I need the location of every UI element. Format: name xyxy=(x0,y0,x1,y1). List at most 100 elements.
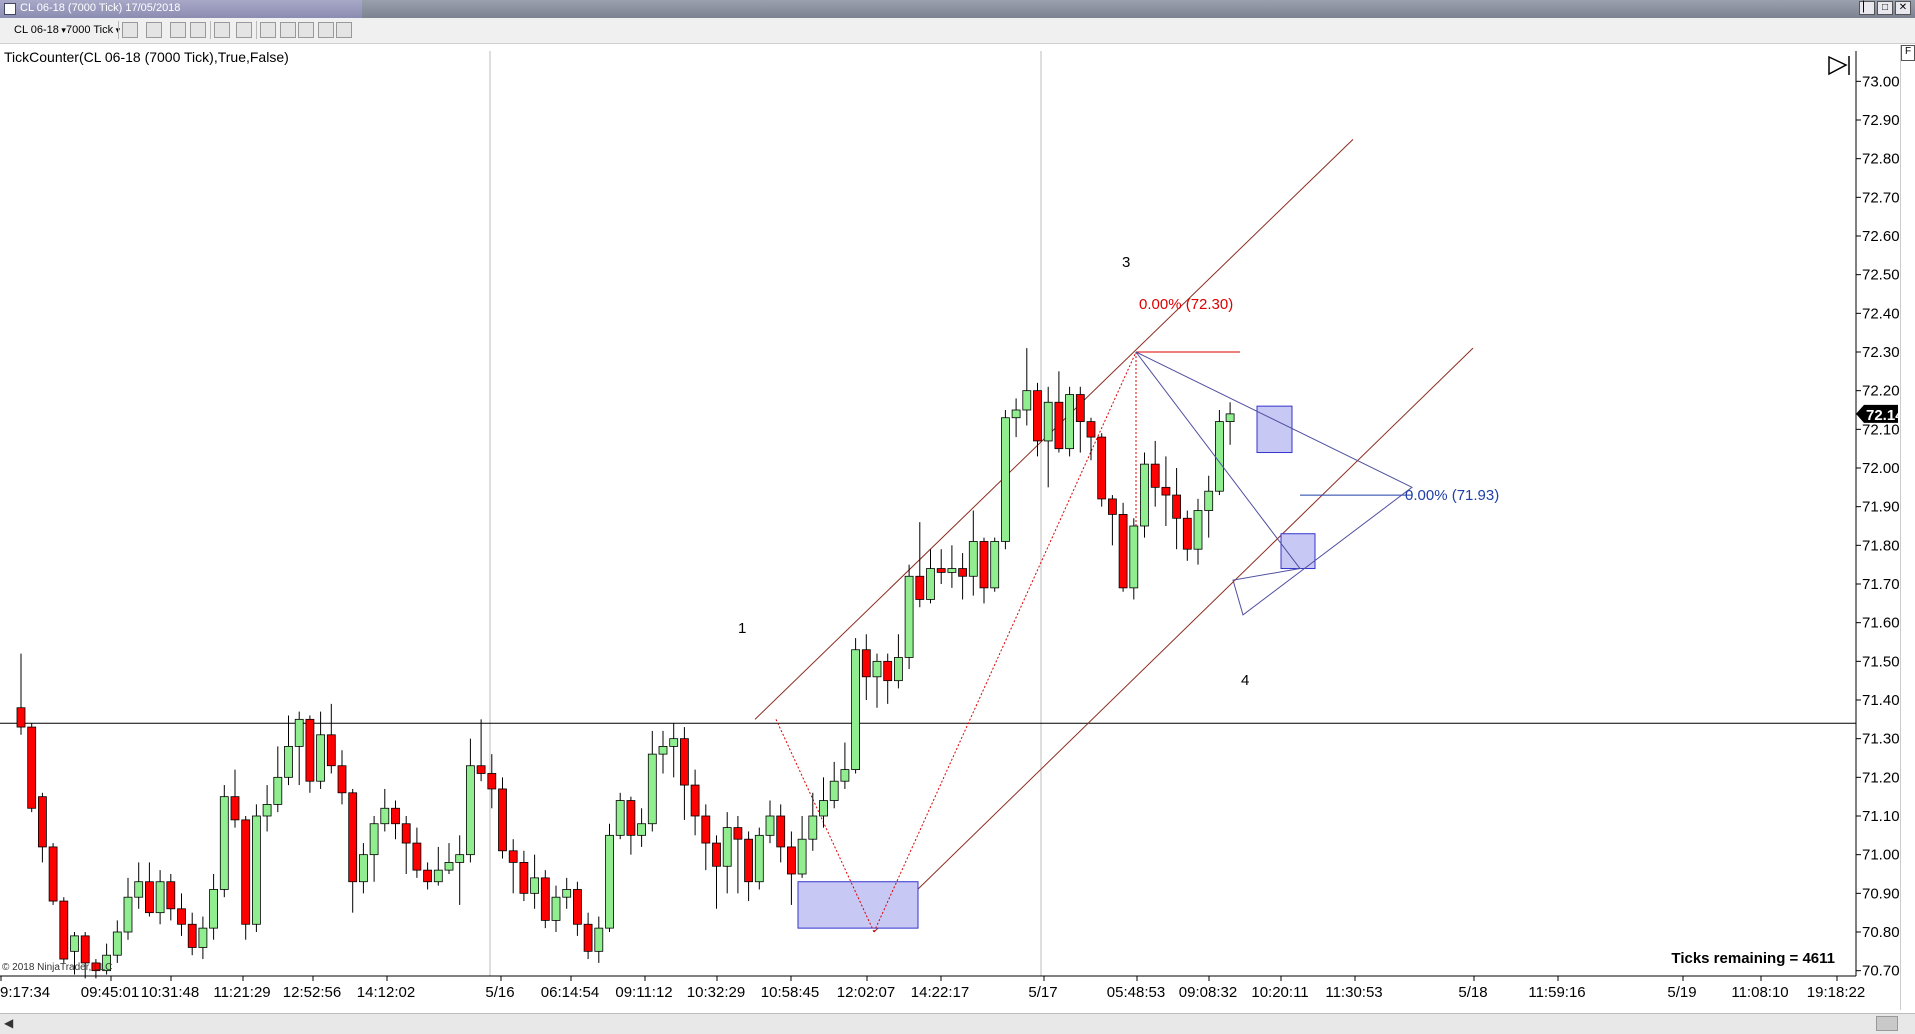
chart-trader-icon[interactable] xyxy=(260,22,276,38)
up-candle xyxy=(637,823,646,836)
up-candle xyxy=(840,769,850,782)
triangle-pattern xyxy=(1135,351,1413,616)
down-candle xyxy=(326,734,336,767)
zone-box xyxy=(1256,405,1293,454)
bars-type-icon[interactable] xyxy=(122,22,138,38)
time-tick-label: 12:52:56 xyxy=(283,984,341,1001)
down-candle xyxy=(883,660,893,682)
data-box-icon[interactable] xyxy=(280,22,296,38)
up-candle xyxy=(562,889,572,898)
down-candle xyxy=(16,707,26,728)
down-candle xyxy=(1150,463,1160,488)
time-tick-label: 09:45:01 xyxy=(81,984,139,1001)
down-candle xyxy=(423,869,433,883)
price-tick-label: 72.80 xyxy=(1862,151,1900,168)
price-tick-label: 72.30 xyxy=(1862,344,1900,361)
up-candle xyxy=(251,815,261,925)
window-layout-icon[interactable] xyxy=(336,22,352,38)
search-icon[interactable] xyxy=(318,22,334,38)
up-candle xyxy=(615,800,625,836)
up-candle xyxy=(872,660,882,678)
down-candle xyxy=(487,773,497,790)
down-candle xyxy=(241,819,251,925)
time-tick-label: 5/17 xyxy=(1028,984,1057,1001)
time-tick-label: 5/19 xyxy=(1667,984,1696,1001)
wave-label-3: 3 xyxy=(1122,254,1130,271)
up-candle xyxy=(851,649,860,771)
price-chart[interactable]: 0.00% (72.30) 0.00% (71.93) 1 3 4 Ticks remai… xyxy=(0,43,1900,1013)
zoom-icon[interactable] xyxy=(190,22,206,38)
time-tick-label: 09:11:12 xyxy=(615,984,672,1001)
pencil-draw-icon[interactable] xyxy=(146,22,162,38)
right-panel-edge: F xyxy=(1900,45,1915,1010)
price-tick-label: 71.50 xyxy=(1862,653,1900,670)
price-tick-label: 71.00 xyxy=(1862,847,1900,864)
window-controls: ▏ □ ✕ xyxy=(1859,1,1911,15)
up-candle xyxy=(284,746,293,778)
up-candle xyxy=(1204,490,1214,511)
up-candle xyxy=(1140,463,1149,527)
up-candle xyxy=(1225,413,1235,423)
down-candle xyxy=(1161,486,1171,496)
up-candle xyxy=(829,780,839,801)
cursor-icon[interactable] xyxy=(214,22,230,38)
up-candle xyxy=(926,568,935,600)
up-candle xyxy=(968,541,978,577)
horizontal-scrollbar[interactable]: ◀ xyxy=(0,1013,1915,1034)
down-candle xyxy=(412,842,422,871)
down-candle xyxy=(508,850,518,863)
down-candle xyxy=(936,568,946,573)
down-candle xyxy=(187,923,197,948)
up-candle xyxy=(808,815,818,840)
time-tick-label: 5/16 xyxy=(485,984,514,1001)
down-candle xyxy=(583,923,593,952)
up-candle xyxy=(990,541,1000,589)
price-tick-label: 71.80 xyxy=(1862,537,1900,554)
up-candle xyxy=(894,657,903,682)
down-candle xyxy=(690,784,700,817)
properties-icon[interactable] xyxy=(236,22,252,38)
up-candle xyxy=(722,827,732,867)
price-tick-label: 72.90 xyxy=(1862,112,1900,129)
price-tick-label: 70.70 xyxy=(1862,963,1900,980)
instrument-selector[interactable]: CL 06-18 xyxy=(14,22,66,38)
up-candle xyxy=(797,838,807,875)
down-candle xyxy=(498,788,507,852)
last-price-label: 72.14 xyxy=(1866,407,1900,424)
toolbar-separator xyxy=(210,21,211,39)
toolbar-separator xyxy=(256,21,257,39)
scroll-left-icon[interactable]: ◀ xyxy=(4,1016,13,1030)
price-tick-label: 72.60 xyxy=(1862,228,1900,245)
price-tick-label: 71.60 xyxy=(1862,615,1900,632)
down-candle xyxy=(1086,421,1096,438)
up-candle xyxy=(551,896,561,921)
up-candle xyxy=(262,804,272,817)
wave-label-1: 1 xyxy=(738,620,746,637)
forward-triangle xyxy=(1828,55,1848,76)
scrollbar-thumb[interactable] xyxy=(1876,1016,1898,1031)
maximize-button[interactable]: □ xyxy=(1877,1,1893,15)
minimize-button[interactable]: ▏ xyxy=(1859,1,1875,15)
down-candle xyxy=(48,846,58,902)
up-candle xyxy=(380,807,390,825)
fib-right-label: 0.00% (71.93) xyxy=(1405,487,1499,504)
up-candle xyxy=(1129,525,1139,589)
interval-selector[interactable]: 7000 Tick xyxy=(66,22,120,38)
down-candle xyxy=(1033,390,1042,442)
down-candle xyxy=(1118,514,1128,589)
window-title-bar: CL 06-18 (7000 Tick) 17/05/2018 ▏ □ ✕ xyxy=(0,0,1915,18)
panel-toggle-icon[interactable]: F xyxy=(1901,45,1915,61)
template-icon[interactable] xyxy=(298,22,314,38)
up-candle xyxy=(594,927,604,952)
up-candle xyxy=(198,927,208,948)
down-candle xyxy=(519,862,529,894)
crosshair-icon[interactable] xyxy=(170,22,186,38)
down-candle xyxy=(979,541,989,589)
time-tick-label: 14:22:17 xyxy=(911,984,969,1001)
zone-box xyxy=(1280,533,1316,570)
chart-forward-icon xyxy=(1828,55,1850,76)
up-candle xyxy=(947,568,957,573)
up-candle xyxy=(819,800,828,817)
close-button[interactable]: ✕ xyxy=(1895,1,1911,15)
up-candle xyxy=(1001,417,1010,542)
